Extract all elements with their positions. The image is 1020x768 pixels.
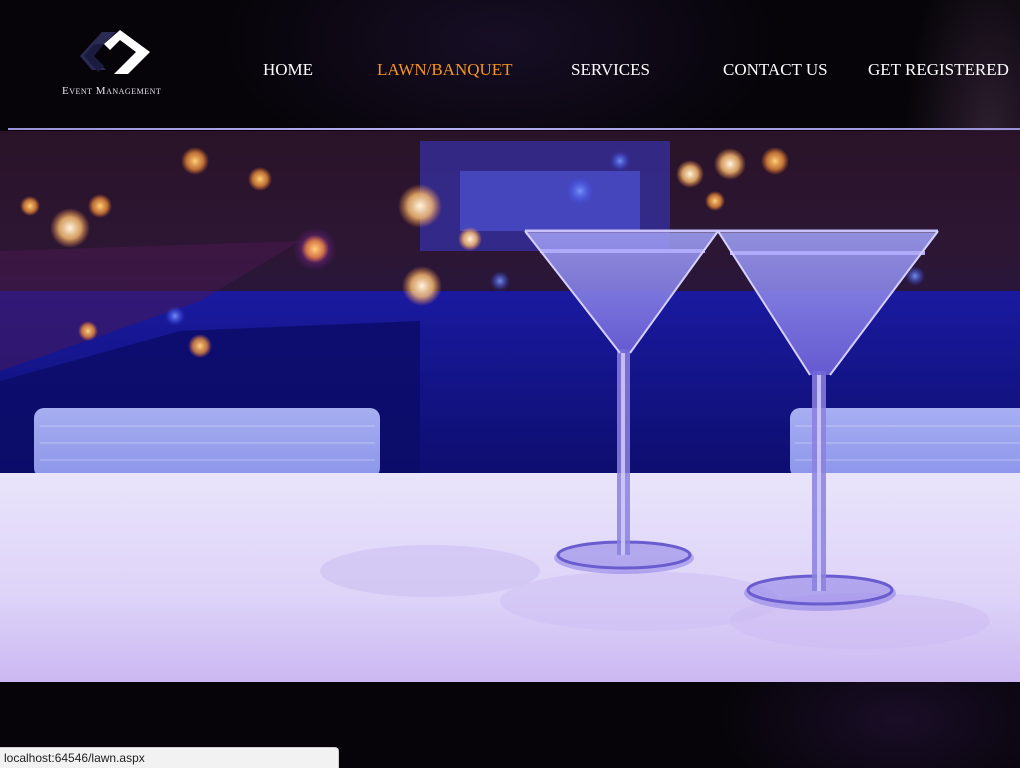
nav-services[interactable]: SERVICES — [571, 60, 650, 80]
nav-home[interactable]: HOME — [263, 60, 313, 80]
main-nav: HOME LAWN/BANQUET SERVICES CONTACT US GE… — [0, 60, 1020, 84]
page: Event Management HOME LAWN/BANQUET SERVI… — [0, 0, 1020, 768]
browser-status-bar: localhost:64546/lawn.aspx — [0, 747, 339, 768]
nav-get-registered[interactable]: GET REGISTERED — [868, 60, 1009, 80]
site-header: Event Management HOME LAWN/BANQUET SERVI… — [0, 0, 1020, 130]
hero-image — [0, 131, 1020, 682]
martini-glasses-illustration — [0, 131, 1020, 682]
nav-contact-us[interactable]: CONTACT US — [723, 60, 828, 80]
header-divider — [8, 128, 1020, 130]
logo-text: Event Management — [62, 85, 162, 97]
nav-lawn-banquet[interactable]: LAWN/BANQUET — [377, 60, 513, 80]
